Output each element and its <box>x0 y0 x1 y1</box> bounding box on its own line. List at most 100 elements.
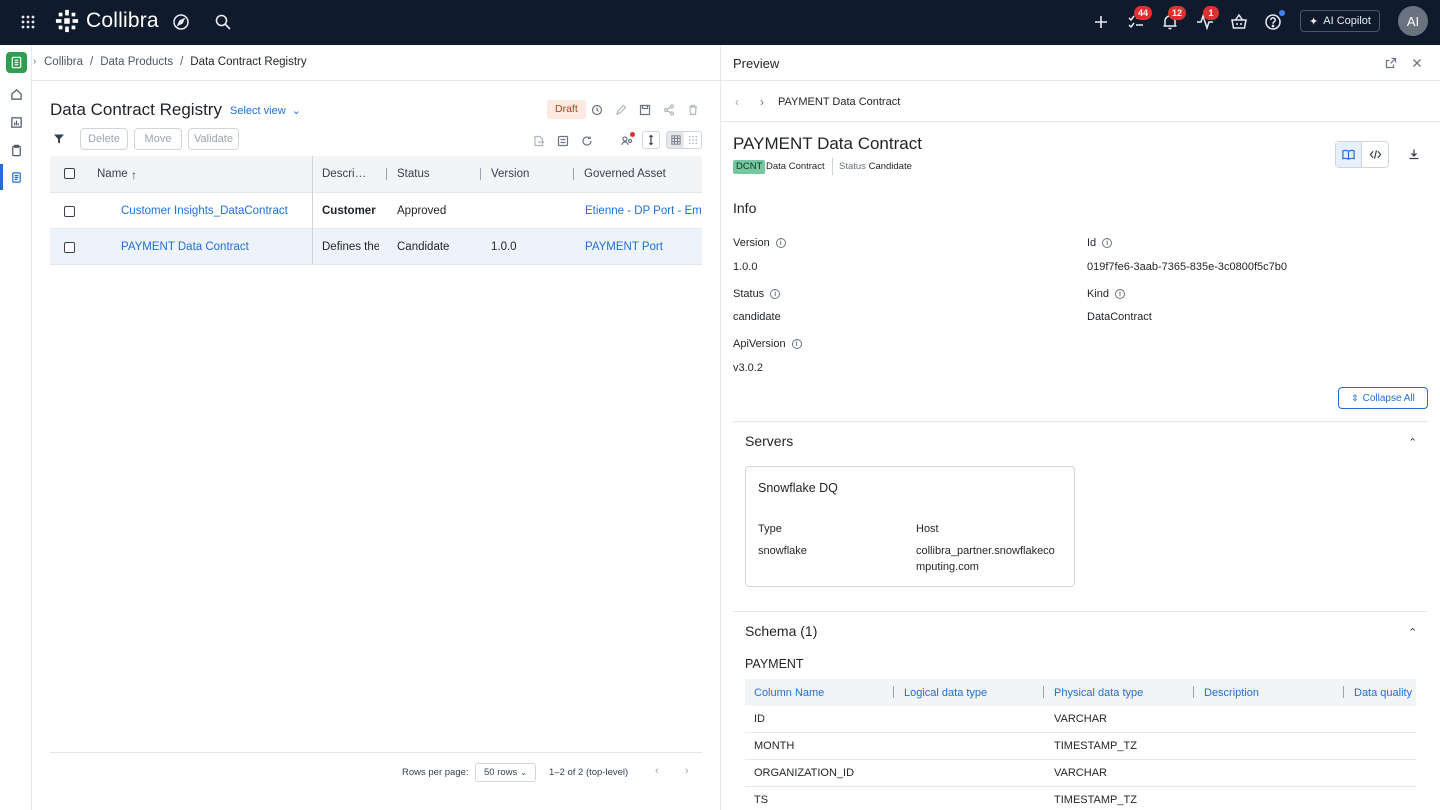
activity-icon[interactable]: 1 <box>1194 6 1219 33</box>
basket-icon[interactable] <box>1228 11 1250 33</box>
clipboard-icon[interactable] <box>6 140 26 160</box>
table-row[interactable]: Customer Insights_DataContract Customer … <box>50 193 702 229</box>
chevron-down-icon: ⌄ <box>520 768 527 777</box>
row-governed-asset-link[interactable]: Etienne - DP Port - Emp <box>585 205 702 217</box>
ai-copilot-button[interactable]: ✦ AI Copilot <box>1300 10 1380 32</box>
servers-heading[interactable]: Servers <box>745 433 793 449</box>
info-icon[interactable]: i <box>775 238 786 248</box>
column-resizer[interactable] <box>1193 686 1194 698</box>
schema-heading[interactable]: Schema (1) <box>745 623 817 639</box>
footer-divider <box>50 752 702 753</box>
column-resizer[interactable] <box>893 686 894 698</box>
row-name-link[interactable]: PAYMENT Data Contract <box>121 241 249 253</box>
help-icon[interactable] <box>1262 10 1285 33</box>
export-icon[interactable] <box>531 133 547 149</box>
prev-page-icon[interactable]: ‹ <box>655 765 659 777</box>
column-resizer[interactable] <box>480 168 481 180</box>
chevron-up-icon[interactable]: ⌃ <box>1408 436 1417 449</box>
row-governed-asset-link[interactable]: PAYMENT Port <box>585 241 663 253</box>
field-label: Kind <box>1087 288 1110 300</box>
schema-column-header[interactable]: Physical data type <box>1054 687 1143 699</box>
sort-ascending-icon[interactable]: ↑ <box>131 168 137 182</box>
schema-column-header[interactable]: Column Name <box>754 687 824 699</box>
schema-name: PAYMENT <box>745 657 804 671</box>
column-resizer[interactable] <box>573 168 574 180</box>
collapse-all-button[interactable]: ⇕ Collapse All <box>1338 387 1428 409</box>
row-status: Candidate <box>397 241 450 253</box>
row-name-link[interactable]: Customer Insights_DataContract <box>121 205 288 217</box>
rows-per-page-select[interactable]: 50 rows ⌄ <box>475 763 536 782</box>
expand-chevron-icon[interactable]: › <box>33 56 36 67</box>
chevron-up-icon[interactable]: ⌃ <box>1408 626 1417 639</box>
row-status: Approved <box>397 205 447 217</box>
search-icon[interactable] <box>212 11 234 33</box>
edit-icon[interactable] <box>613 102 629 118</box>
density-toggle[interactable] <box>666 131 702 149</box>
table-row[interactable]: PAYMENT Data Contract Defines the Candid… <box>50 229 702 265</box>
schema-column-header[interactable]: Logical data type <box>904 687 987 699</box>
compass-icon[interactable] <box>170 11 192 33</box>
trash-icon[interactable] <box>685 102 701 118</box>
book-view-icon[interactable] <box>1336 142 1362 167</box>
select-view-dropdown[interactable]: Select view ⌄ <box>230 104 301 117</box>
share-icon[interactable] <box>661 102 677 118</box>
history-icon[interactable] <box>589 102 605 118</box>
data-marketplace-icon[interactable] <box>6 52 27 73</box>
column-header-name[interactable]: Name <box>97 168 128 180</box>
document-icon[interactable] <box>6 167 26 187</box>
refresh-icon[interactable] <box>579 133 595 149</box>
next-page-icon[interactable]: › <box>685 765 689 777</box>
table-settings-icon[interactable] <box>555 133 571 149</box>
schema-column-header[interactable]: Data quality <box>1354 687 1412 699</box>
column-resizer[interactable] <box>1343 686 1344 698</box>
info-icon[interactable]: i <box>1115 289 1126 299</box>
info-icon[interactable]: i <box>1102 238 1113 248</box>
bell-icon[interactable]: 12 <box>1159 6 1187 33</box>
pagination-range: 1–2 of 2 (top-level) <box>549 767 629 778</box>
breadcrumb-item[interactable]: Data Products <box>100 56 173 68</box>
column-resizer[interactable] <box>1043 686 1044 698</box>
home-icon[interactable] <box>6 84 26 104</box>
delete-button[interactable]: Delete <box>80 128 128 150</box>
column-resizer[interactable] <box>386 168 387 180</box>
dense-view-icon[interactable] <box>684 132 701 148</box>
code-view-icon[interactable] <box>1362 142 1388 167</box>
nav-back-icon[interactable]: ‹ <box>735 95 739 109</box>
breadcrumb-item[interactable]: Collibra <box>44 56 83 68</box>
download-icon[interactable] <box>1406 146 1422 162</box>
select-all-checkbox[interactable] <box>64 168 75 179</box>
view-toggle[interactable] <box>1335 141 1389 168</box>
column-header-status[interactable]: Status <box>397 168 430 180</box>
schema-column-header[interactable]: Description <box>1204 687 1259 699</box>
row-height-icon[interactable] <box>642 131 660 149</box>
tasks-icon[interactable]: 44 <box>1125 6 1153 33</box>
close-icon[interactable] <box>1409 55 1425 71</box>
info-icon[interactable]: i <box>770 289 781 299</box>
row-checkbox[interactable] <box>64 242 75 253</box>
row-version: 1.0.0 <box>491 241 517 253</box>
save-icon[interactable] <box>637 102 653 118</box>
row-checkbox[interactable] <box>64 206 75 217</box>
open-in-new-icon[interactable] <box>1383 55 1399 71</box>
assign-users-icon[interactable] <box>619 132 635 149</box>
info-icon[interactable]: i <box>791 339 802 349</box>
server-type-value: snowflake <box>758 545 807 557</box>
validate-button[interactable]: Validate <box>188 128 239 150</box>
dashboard-icon[interactable] <box>6 112 26 132</box>
move-button[interactable]: Move <box>134 128 182 150</box>
field-value: 1.0.0 <box>733 261 758 273</box>
column-header-governed-asset[interactable]: Governed Asset <box>584 168 666 180</box>
plus-icon[interactable] <box>1090 11 1112 33</box>
brand-name[interactable]: Collibra <box>86 9 159 33</box>
grid-view-icon[interactable] <box>667 132 685 148</box>
app-grid-icon[interactable] <box>17 11 39 33</box>
server-host-label: Host <box>916 523 939 535</box>
column-header-version[interactable]: Version <box>491 168 529 180</box>
field-label: Status <box>733 288 765 300</box>
user-avatar[interactable]: AI <box>1398 6 1428 36</box>
column-header-description[interactable]: Descri… <box>322 168 366 180</box>
filter-icon[interactable] <box>51 131 67 147</box>
breadcrumb: Collibra / Data Products / Data Contract R… <box>44 56 307 68</box>
nav-forward-icon[interactable]: › <box>760 95 764 109</box>
collibra-logo-icon[interactable] <box>54 8 80 34</box>
